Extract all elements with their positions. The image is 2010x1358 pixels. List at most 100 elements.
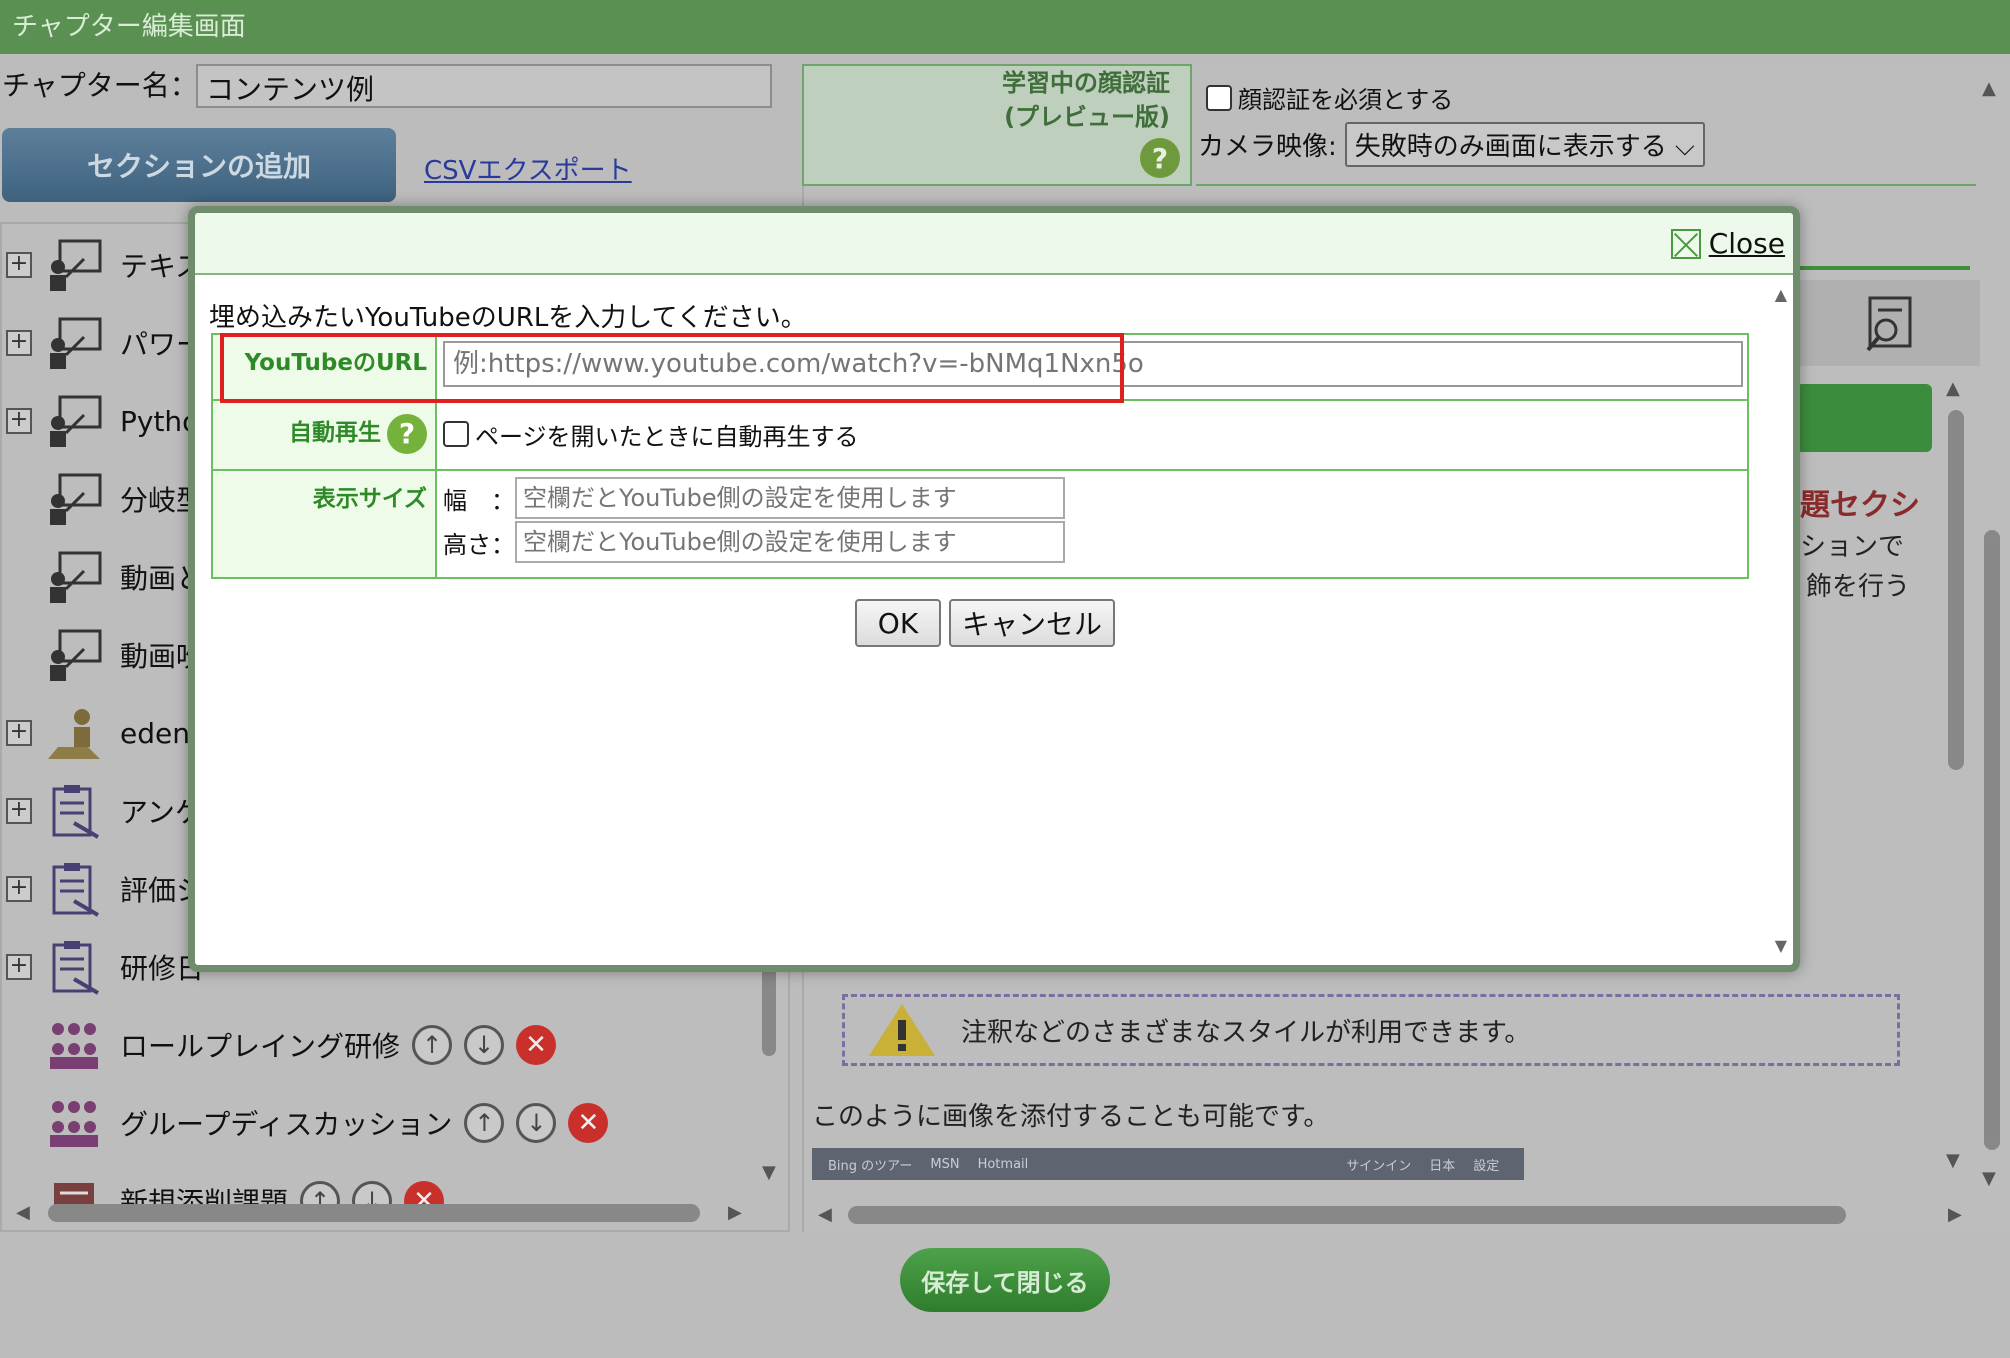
autoplay-cell: ページを開いたときに自動再生する bbox=[435, 399, 1749, 471]
move-up-button[interactable]: ↑ bbox=[464, 1103, 505, 1143]
height-label: 高さ： bbox=[443, 530, 515, 559]
delete-button[interactable]: ✕ bbox=[516, 1025, 557, 1065]
autoplay-option-label: ページを開いたときに自動再生する bbox=[475, 422, 859, 451]
expand-icon[interactable]: + bbox=[6, 798, 32, 824]
close-label[interactable]: Close bbox=[1709, 227, 1785, 260]
width-label: 幅 ： bbox=[443, 486, 515, 515]
editor-vertical-scrollbar[interactable] bbox=[1948, 410, 1964, 770]
attach-text: このように画像を添付することも可能です。 bbox=[812, 1102, 1330, 1132]
autoplay-label-cell: 自動再生? bbox=[211, 399, 437, 471]
autoplay-label: 自動再生 bbox=[289, 420, 381, 446]
size-label: 表示サイズ bbox=[211, 469, 437, 579]
tree-item[interactable]: + ロールプレイング研修 ↑ ↓ ✕ bbox=[2, 1014, 557, 1076]
editor-horizontal-scrollbar[interactable] bbox=[848, 1206, 1846, 1224]
ok-button[interactable]: OK bbox=[855, 599, 941, 647]
height-input[interactable] bbox=[515, 521, 1065, 563]
tree-item[interactable]: + Pythor bbox=[2, 390, 211, 452]
preview-heading: 題セクシ bbox=[1800, 488, 1920, 523]
width-row: 幅 ： bbox=[443, 477, 1743, 519]
expand-icon[interactable]: + bbox=[6, 876, 32, 902]
autoplay-checkbox[interactable] bbox=[443, 421, 469, 447]
roleplay-group-icon bbox=[42, 1015, 106, 1075]
face-auth-title-box: 学習中の顔認証 (プレビュー版) ? bbox=[802, 64, 1192, 186]
scroll-left-arrow-icon[interactable]: ◀ bbox=[16, 1202, 30, 1223]
height-row: 高さ： bbox=[443, 521, 1743, 563]
green-action-bar[interactable] bbox=[1796, 384, 1932, 452]
dialog-header: Close bbox=[195, 213, 1793, 275]
face-auth-settings: 顔認証を必須とする カメラ映像: 失敗時のみ画面に表示する ⌵ bbox=[1196, 64, 1976, 186]
move-up-button[interactable]: ↑ bbox=[412, 1025, 453, 1065]
preview-snippet: ションで bbox=[1800, 532, 1905, 562]
face-auth-title-line1: 学習中の顔認証 bbox=[1002, 69, 1170, 97]
training-report-icon bbox=[42, 937, 106, 997]
eden-icon bbox=[42, 703, 106, 763]
lecture-icon bbox=[42, 547, 106, 607]
tree-item[interactable]: + 研修日 bbox=[2, 936, 204, 998]
search-document-icon[interactable] bbox=[1860, 294, 1920, 354]
tree-item[interactable]: + eden bbox=[2, 702, 190, 764]
left-horizontal-scrollbar[interactable] bbox=[48, 1204, 700, 1222]
scroll-down-arrow-icon[interactable]: ▼ bbox=[1946, 1150, 1960, 1171]
scroll-up-arrow-icon[interactable]: ▲ bbox=[1982, 78, 1996, 99]
face-auth-required-label: 顔認証を必須とする bbox=[1238, 86, 1454, 114]
expand-icon[interactable]: + bbox=[6, 720, 32, 746]
right-vertical-scrollbar[interactable] bbox=[1984, 530, 2000, 1150]
bing-item: Hotmail bbox=[977, 1156, 1029, 1172]
tree-item[interactable]: + パワー bbox=[2, 312, 204, 374]
annotation-text: 注釈などのさまざまなスタイルが利用できます。 bbox=[961, 1017, 1531, 1048]
scroll-right-arrow-icon[interactable]: ▶ bbox=[1948, 1204, 1962, 1225]
attached-image-bar: Bing のツアー MSN Hotmail サインイン 日本 設定 bbox=[812, 1148, 1524, 1180]
expand-icon[interactable]: + bbox=[6, 408, 32, 434]
chapter-name-label: チャプター名： bbox=[2, 69, 198, 102]
camera-select[interactable]: 失敗時のみ画面に表示する ⌵ bbox=[1344, 122, 1705, 167]
evaluation-sheet-icon bbox=[42, 859, 106, 919]
tree-item-label: eden bbox=[120, 716, 190, 750]
tree-item[interactable]: + 評価シ bbox=[2, 858, 204, 920]
scroll-down-arrow-icon[interactable]: ▼ bbox=[762, 1162, 776, 1183]
scroll-up-arrow-icon[interactable]: ▲ bbox=[1946, 378, 1960, 399]
move-down-button[interactable]: ↓ bbox=[464, 1025, 505, 1065]
close-button[interactable]: Close bbox=[1670, 227, 1785, 260]
dialog-scroll-up-icon[interactable]: ▲ bbox=[1775, 285, 1787, 304]
tree-item[interactable]: + 動画と bbox=[2, 546, 204, 608]
face-auth-required-checkbox[interactable] bbox=[1206, 84, 1232, 111]
autoplay-row[interactable]: ページを開いたときに自動再生する bbox=[443, 407, 1743, 461]
lecture-icon bbox=[42, 235, 106, 295]
window-title: チャプター編集画面 bbox=[0, 0, 2010, 54]
width-input[interactable] bbox=[515, 477, 1065, 519]
chapter-name-input[interactable]: コンテンツ例 bbox=[196, 64, 772, 108]
delete-button[interactable]: ✕ bbox=[568, 1103, 609, 1143]
expand-icon[interactable]: + bbox=[6, 954, 32, 980]
url-label: YouTubeのURL bbox=[211, 333, 437, 401]
expand-icon[interactable]: + bbox=[6, 330, 32, 356]
save-and-close-button[interactable]: 保存して閉じる bbox=[900, 1248, 1110, 1312]
editor-toolbar bbox=[1780, 280, 1980, 366]
tree-item[interactable]: + グループディスカッション ↑ ↓ ✕ bbox=[2, 1092, 609, 1154]
tree-item[interactable]: + テキス bbox=[2, 234, 203, 296]
scroll-down-arrow-icon[interactable]: ▼ bbox=[1982, 1168, 1996, 1189]
annotation-box: 注釈などのさまざまなスタイルが利用できます。 bbox=[842, 994, 1900, 1066]
face-auth-required-row[interactable]: 顔認証を必須とする bbox=[1206, 80, 1453, 115]
dialog-scroll-down-icon[interactable]: ▼ bbox=[1775, 936, 1787, 955]
preview-snippet: 飾を行う bbox=[1806, 572, 1911, 602]
lecture-icon bbox=[42, 469, 106, 529]
tree-item[interactable]: + アンケ bbox=[2, 780, 203, 842]
cancel-button[interactable]: キャンセル bbox=[949, 599, 1115, 647]
warning-icon bbox=[869, 1004, 935, 1056]
close-icon[interactable] bbox=[1670, 228, 1701, 259]
lecture-icon bbox=[42, 313, 106, 373]
bing-item: 日本 bbox=[1429, 1158, 1456, 1174]
lecture-icon bbox=[42, 625, 106, 685]
help-icon[interactable]: ? bbox=[387, 413, 427, 454]
tree-item[interactable]: + 動画吹 bbox=[2, 624, 204, 686]
scroll-left-arrow-icon[interactable]: ◀ bbox=[818, 1204, 832, 1225]
expand-icon[interactable]: + bbox=[6, 252, 32, 278]
scroll-right-arrow-icon[interactable]: ▶ bbox=[728, 1202, 742, 1223]
help-icon[interactable]: ? bbox=[1140, 138, 1180, 178]
tree-item[interactable]: + 分岐型 bbox=[2, 468, 204, 530]
tree-item[interactable]: + 新規添削課題 ↑ ↓ ✕ bbox=[2, 1170, 445, 1230]
youtube-url-input[interactable] bbox=[443, 341, 1743, 387]
csv-export-link[interactable]: CSVエクスポート bbox=[424, 150, 632, 187]
add-section-button[interactable]: セクションの追加 bbox=[2, 128, 396, 202]
move-down-button[interactable]: ↓ bbox=[516, 1103, 557, 1143]
